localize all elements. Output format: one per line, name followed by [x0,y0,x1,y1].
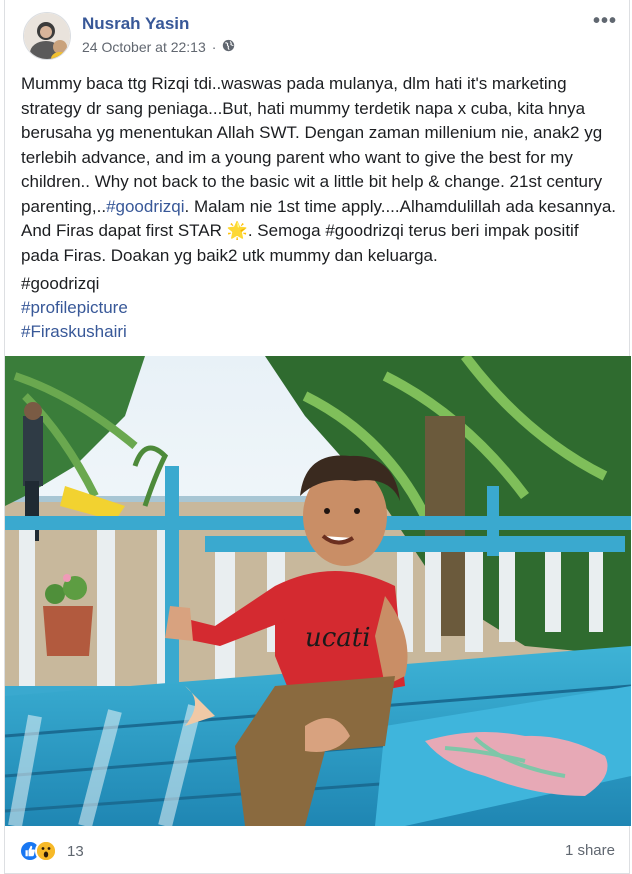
author-name[interactable]: Nusrah Yasin [82,14,189,34]
post-header: Nusrah Yasin 24 October at 22:13 · ••• [5,0,629,66]
post-photo[interactable]: ucati [5,356,631,826]
dot-separator: · [211,39,217,55]
globe-icon[interactable] [222,39,235,55]
post-body: Mummy baca ttg Rizqi tdi..waswas pada mu… [21,72,619,276]
more-options-icon[interactable]: ••• [593,11,617,31]
avatar[interactable] [23,12,71,60]
post-meta: 24 October at 22:13 · [82,39,235,55]
reactions-summary[interactable]: 13 [19,840,84,862]
hashtag-link-firaskushairi[interactable]: #Firaskushairi [21,320,128,344]
reaction-count[interactable]: 13 [67,843,84,860]
share-count[interactable]: 1 share [565,842,615,859]
hashtag-goodrizqi: #goodrizqi [21,274,100,293]
timestamp[interactable]: 24 October at 22:13 [82,39,206,55]
post-footer: 13 1 share [5,826,629,874]
facebook-post: Nusrah Yasin 24 October at 22:13 · ••• M… [4,0,631,874]
hashtag-link-goodrizqi[interactable]: #goodrizqi [106,197,184,216]
hashtag-block: #goodrizqi #profilepicture #Firaskushair… [21,272,128,344]
glowing-star-emoji: 🌟 [226,221,248,240]
wow-icon[interactable] [35,840,57,862]
hashtag-link-profilepicture[interactable]: #profilepicture [21,296,128,320]
svg-text:ucati: ucati [305,623,371,653]
body-text-1: Mummy baca ttg Rizqi tdi..waswas pada mu… [21,74,603,216]
post-text: Mummy baca ttg Rizqi tdi..waswas pada mu… [21,72,619,268]
